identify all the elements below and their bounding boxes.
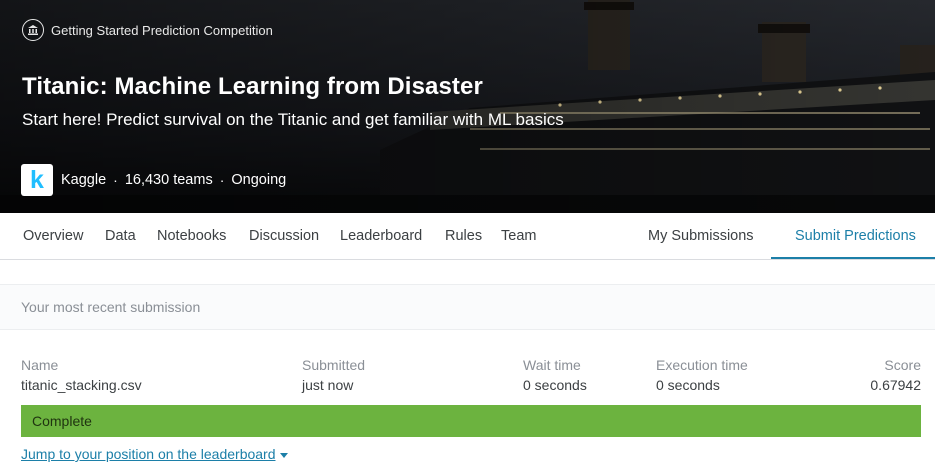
status-badge: Complete [21, 405, 921, 437]
separator-dot: · [113, 172, 118, 188]
jump-link-label[interactable]: Jump to your position on the leaderboard [21, 446, 276, 462]
execution-time-value: 0 seconds [656, 377, 720, 393]
tab-data[interactable]: Data [105, 213, 136, 259]
tab-team[interactable]: Team [501, 213, 536, 259]
competition-header: Getting Started Prediction Competition T… [0, 0, 935, 213]
team-count: 16,430 teams [124, 172, 213, 188]
wait-time-value: 0 seconds [523, 377, 587, 393]
page-title: Titanic: Machine Learning from Disaster [22, 73, 483, 100]
competition-type: Getting Started Prediction Competition [22, 18, 273, 42]
page-subtitle: Start here! Predict survival on the Tita… [22, 110, 564, 129]
tab-discussion[interactable]: Discussion [249, 213, 319, 259]
submitted-value: just now [302, 377, 354, 393]
column-header-score: Score [884, 357, 921, 373]
column-header-wait-time: Wait time [523, 357, 581, 373]
competition-nav: Overview Data Notebooks Discussion Leade… [0, 213, 935, 260]
submission-file-name: titanic_stacking.csv [21, 377, 142, 393]
tab-overview[interactable]: Overview [23, 213, 83, 259]
tab-leaderboard[interactable]: Leaderboard [340, 213, 422, 259]
jump-to-leaderboard-link[interactable]: Jump to your position on the leaderboard [21, 446, 288, 462]
column-execution-time: Execution time 0 seconds [656, 357, 748, 395]
tab-my-submissions[interactable]: My Submissions [648, 213, 754, 259]
host-info: k Kaggle · 16,430 teams · Ongoing [21, 164, 286, 196]
caret-down-icon[interactable] [279, 452, 288, 458]
recent-submission-label: Your most recent submission [21, 299, 201, 315]
column-name: Name titanic_stacking.csv [21, 357, 142, 395]
competition-type-label: Getting Started Prediction Competition [51, 22, 273, 38]
column-wait-time: Wait time 0 seconds [523, 357, 587, 395]
tab-submit-predictions[interactable]: Submit Predictions [795, 213, 916, 259]
column-header-submitted: Submitted [302, 357, 366, 373]
column-submitted: Submitted just now [302, 357, 365, 395]
tab-rules[interactable]: Rules [445, 213, 482, 259]
separator-dot: · [219, 172, 225, 188]
recent-submission-header: Your most recent submission [0, 284, 935, 330]
submission-table: Name titanic_stacking.csv Submitted just… [21, 357, 921, 397]
host-name[interactable]: Kaggle [61, 172, 106, 188]
score-value: 0.67942 [870, 377, 921, 393]
active-tab-indicator [771, 257, 935, 259]
column-header-execution-time: Execution time [656, 357, 748, 373]
column-header-name: Name [21, 357, 59, 373]
kaggle-logo-icon[interactable]: k [21, 164, 53, 196]
bank-icon [22, 19, 44, 41]
column-score: Score 0.67942 [870, 357, 921, 395]
competition-status: Ongoing [231, 172, 287, 188]
tab-notebooks[interactable]: Notebooks [157, 213, 226, 259]
